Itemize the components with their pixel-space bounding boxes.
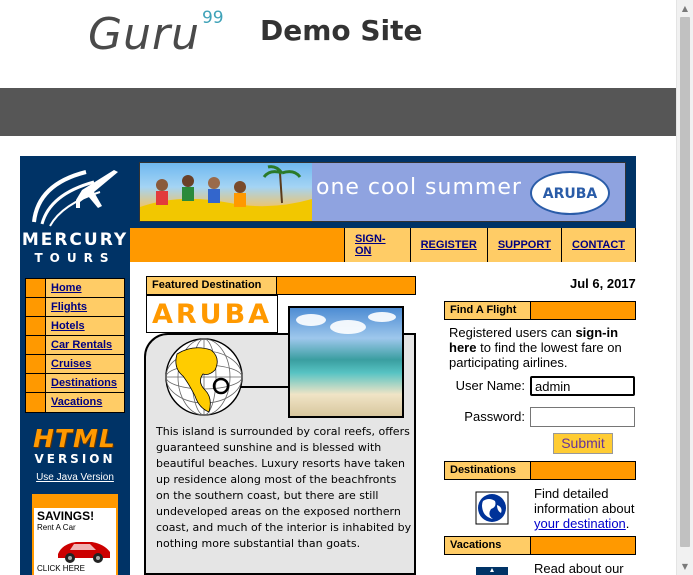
find-flight-label: Find A Flight bbox=[445, 302, 531, 319]
current-date: Jul 6, 2017 bbox=[570, 276, 636, 291]
airplane-logo-icon bbox=[32, 170, 118, 227]
side-bullet bbox=[26, 393, 46, 412]
site-title: Demo Site bbox=[260, 14, 423, 47]
featured-description: This island is surrounded by coral reefs… bbox=[156, 425, 412, 550]
savings-subtitle: Rent A Car bbox=[37, 523, 76, 532]
side-link-hotels[interactable]: Hotels bbox=[46, 317, 124, 335]
side-bullet bbox=[26, 355, 46, 373]
savings-ad-inner: SAVINGS! Rent A Car CLICK HERE bbox=[34, 508, 116, 575]
cloud-shape bbox=[330, 320, 366, 334]
logo-superscript: 99 bbox=[201, 8, 224, 28]
site-nav-band bbox=[0, 88, 676, 136]
html-version-line1: HTML bbox=[33, 424, 116, 453]
side-menu-item-destinations: Destinations bbox=[26, 374, 124, 393]
top-nav: SIGN-ON REGISTER SUPPORT CONTACT bbox=[344, 228, 636, 262]
savings-title: SAVINGS! bbox=[37, 509, 95, 523]
side-menu-item-cruises: Cruises bbox=[26, 355, 124, 374]
globe-connector-line bbox=[241, 386, 293, 388]
featured-destination-label: Featured Destination bbox=[147, 277, 277, 294]
banner-photo bbox=[140, 163, 312, 221]
destinations-header: Destinations bbox=[444, 461, 636, 480]
submit-button[interactable]: Submit bbox=[553, 433, 613, 454]
scrollbar-thumb[interactable] bbox=[680, 17, 690, 547]
aruba-beach-photo bbox=[288, 306, 404, 418]
html-version-badge: HTML VERSION bbox=[25, 424, 125, 466]
side-menu: Home Flights Hotels Car Rentals Cruises … bbox=[25, 278, 125, 413]
nav-register-link[interactable]: REGISTER bbox=[410, 228, 488, 262]
intro-text-pre: Registered users can bbox=[449, 325, 576, 340]
vacations-label: Vacations bbox=[445, 537, 531, 554]
mercury-brand-line1: MERCURY bbox=[21, 230, 129, 250]
password-label: Password: bbox=[464, 409, 525, 424]
logo-word: Guru bbox=[88, 9, 200, 60]
side-link-home[interactable]: Home bbox=[46, 279, 124, 297]
password-input[interactable] bbox=[530, 407, 635, 427]
scroll-down-arrow-icon[interactable]: ▼ bbox=[677, 558, 693, 575]
destinations-text-post: . bbox=[625, 516, 630, 531]
side-link-cruises[interactable]: Cruises bbox=[46, 355, 124, 373]
vacations-text: Read about our bbox=[534, 561, 624, 575]
featured-name-box: ARUBA bbox=[146, 295, 278, 333]
vacations-icon bbox=[476, 567, 508, 575]
vacations-header: Vacations bbox=[444, 536, 636, 555]
vertical-scrollbar[interactable]: ▲ ▼ bbox=[676, 0, 693, 575]
side-menu-item-car-rentals: Car Rentals bbox=[26, 336, 124, 355]
username-input[interactable] bbox=[530, 376, 635, 396]
side-bullet bbox=[26, 374, 46, 392]
your-destination-link[interactable]: your destination bbox=[534, 516, 626, 531]
side-link-vacations[interactable]: Vacations bbox=[46, 393, 124, 412]
side-bullet bbox=[26, 298, 46, 316]
featured-destination-header: Featured Destination bbox=[146, 276, 416, 295]
nav-contact-link[interactable]: CONTACT bbox=[562, 228, 636, 262]
nav-sign-on-link[interactable]: SIGN-ON bbox=[345, 228, 411, 262]
left-sidebar: MERCURY TOURS Home Flights Hotels Car Re… bbox=[20, 156, 130, 575]
cloud-shape bbox=[296, 314, 326, 326]
side-link-destinations[interactable]: Destinations bbox=[46, 374, 124, 392]
mercury-tours-page: MERCURY TOURS Home Flights Hotels Car Re… bbox=[20, 156, 636, 575]
savings-ad-banner[interactable]: SAVINGS! Rent A Car CLICK HERE bbox=[32, 494, 118, 575]
banner-people-image bbox=[140, 165, 312, 221]
username-label: User Name: bbox=[455, 378, 525, 393]
featured-destination-name: ARUBA bbox=[151, 299, 273, 330]
banner-slogan: one cool summer bbox=[316, 175, 522, 200]
destinations-text-pre: Find detailed information about bbox=[534, 486, 635, 516]
destinations-label: Destinations bbox=[445, 462, 531, 479]
scroll-up-arrow-icon[interactable]: ▲ bbox=[677, 0, 693, 17]
aruba-badge-text: ARUBA bbox=[542, 186, 598, 202]
cloud-shape bbox=[368, 312, 396, 322]
destinations-text: Find detailed information about your des… bbox=[534, 486, 644, 531]
site-header: Guru 99 Demo Site bbox=[0, 0, 676, 88]
side-bullet bbox=[26, 336, 46, 354]
globe-icon bbox=[165, 338, 243, 416]
side-bullet bbox=[26, 317, 46, 335]
side-link-flights[interactable]: Flights bbox=[46, 298, 124, 316]
side-menu-item-hotels: Hotels bbox=[26, 317, 124, 336]
side-menu-item-vacations: Vacations bbox=[26, 393, 124, 412]
savings-click-here: CLICK HERE bbox=[37, 564, 86, 573]
aruba-badge: ARUBA bbox=[530, 171, 610, 215]
side-link-car-rentals[interactable]: Car Rentals bbox=[46, 336, 124, 354]
mercury-brand-line2: TOURS bbox=[34, 251, 116, 265]
aruba-banner[interactable]: one cool summer ARUBA bbox=[139, 162, 626, 222]
guru99-logo[interactable]: Guru 99 bbox=[88, 4, 224, 66]
html-version-line2: VERSION bbox=[34, 452, 116, 466]
side-menu-item-flights: Flights bbox=[26, 298, 124, 317]
use-java-version-link[interactable]: Use Java Version bbox=[20, 472, 130, 483]
nav-support-link[interactable]: SUPPORT bbox=[487, 228, 563, 262]
find-flight-intro: Registered users can sign-in here to fin… bbox=[449, 325, 639, 370]
top-nav-bar: SIGN-ON REGISTER SUPPORT CONTACT bbox=[130, 228, 636, 262]
globe-small-icon bbox=[475, 491, 509, 525]
side-bullet bbox=[26, 279, 46, 297]
side-menu-item-home: Home bbox=[26, 279, 124, 298]
find-flight-header: Find A Flight bbox=[444, 301, 636, 320]
red-car-icon bbox=[58, 542, 110, 563]
